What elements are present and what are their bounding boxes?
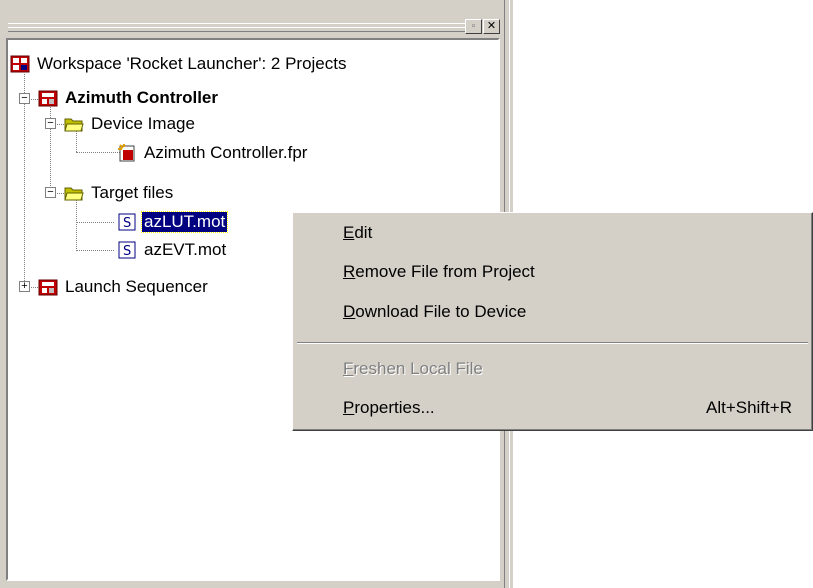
menu-separator [297,342,808,344]
menu-item-freshen-local-file: Freshen Local File [343,356,792,382]
close-icon[interactable]: ✕ [483,19,500,34]
collapse-toggle-icon[interactable]: − [45,118,56,129]
tree-item-project-azimuth[interactable]: Azimuth Controller [38,87,220,109]
tree-item-workspace[interactable]: Workspace 'Rocket Launcher': 2 Projects [10,53,349,75]
maximize-icon[interactable]: ▫ [465,19,482,34]
tree-item-device-image[interactable]: Device Image [64,113,197,135]
tree-item-fpr-file[interactable]: Azimuth Controller.fpr [117,142,309,164]
expand-toggle-icon[interactable]: + [19,281,30,292]
menu-item-download-file[interactable]: Download File to Device [343,299,792,325]
tree-item-label: Azimuth Controller.fpr [144,143,308,162]
tree-line [76,222,114,223]
tree-item-label: Workspace 'Rocket Launcher': 2 Projects [37,54,347,73]
menu-item-label: Edit [343,223,372,243]
menu-item-text: reshen Local File [353,359,483,378]
menu-accelerator: E [343,223,355,242]
menu-item-properties[interactable]: Properties... Alt+Shift+R [343,395,792,421]
tree-line [50,98,51,196]
tree-item-project-launch-sequencer[interactable]: Launch Sequencer [38,276,210,298]
menu-accelerator: F [343,359,354,378]
tree-item-label: Launch Sequencer [65,277,208,296]
svg-text:S: S [123,244,131,259]
menu-item-label: Download File to Device [343,302,526,322]
tree-line [76,250,114,251]
menu-item-text: dit [354,223,373,242]
tree-line [76,196,77,251]
menu-item-label: Freshen Local File [343,359,483,379]
menu-item-text: emove File from Project [355,262,535,281]
menu-item-edit[interactable]: Edit [343,220,792,246]
menu-accelerator: D [343,302,356,321]
device-image-file-icon [118,144,135,162]
collapse-toggle-icon[interactable]: − [45,187,56,198]
s-record-file-icon: S [118,213,136,231]
tree-item-azlut[interactable]: S azLUT.mot [117,211,229,233]
tree-item-target-files[interactable]: Target files [64,182,175,204]
menu-accelerator: R [343,262,356,281]
s-record-file-icon: S [118,241,136,259]
context-menu: Edit Remove File from Project Download F… [292,212,813,431]
tree-line [76,152,120,153]
folder-open-icon [64,187,84,201]
folder-open-icon [64,118,84,132]
menu-shortcut: Alt+Shift+R [706,398,792,417]
tree-item-label: azLUT.mot [140,211,229,233]
tree-item-azevt[interactable]: S azEVT.mot [117,239,228,261]
tree-item-label: Device Image [91,114,195,133]
menu-item-remove-file[interactable]: Remove File from Project [343,259,792,285]
project-icon [38,90,58,107]
menu-item-label: Remove File from Project [343,262,535,282]
menu-item-text: roperties... [354,398,435,417]
menu-item-text: ownload File to Device [355,302,527,321]
panel-grip[interactable] [8,23,468,32]
menu-item-label: Properties... [343,398,435,418]
collapse-toggle-icon[interactable]: − [19,93,30,104]
project-icon [38,279,58,296]
menu-accelerator: P [343,398,355,417]
workspace-icon [10,55,30,73]
tree-line [24,74,25,289]
tree-item-label: Azimuth Controller [65,88,218,107]
tree-item-label: azEVT.mot [144,240,227,259]
tree-item-label: Target files [91,183,174,202]
svg-text:S: S [123,216,131,231]
